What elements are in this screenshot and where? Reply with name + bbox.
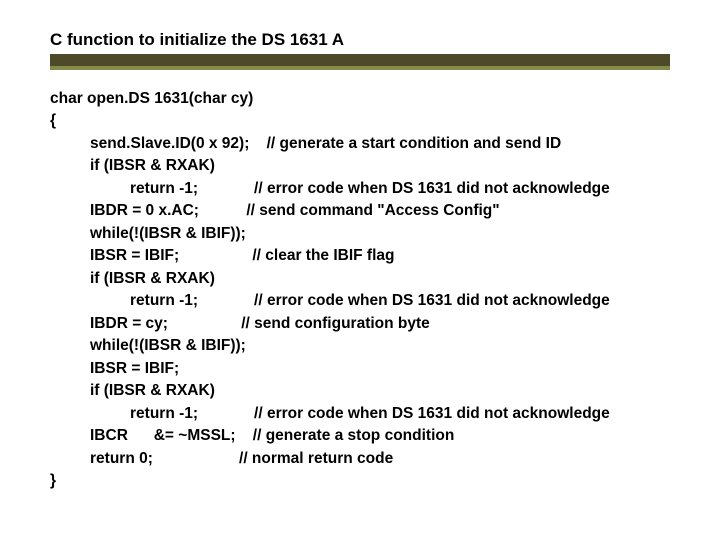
code-body: char open.DS 1631(char cy) { send.Slave.… — [0, 70, 720, 492]
slide-title: C function to initialize the DS 1631 A — [50, 30, 670, 50]
code-signature: char open.DS 1631(char cy) — [50, 88, 670, 110]
code-stmt: return -1; — [130, 180, 198, 197]
code-line: if (IBSR & RXAK) — [50, 268, 670, 290]
code-line: IBCR &= ~MSSL; // generate a stop condit… — [50, 425, 670, 447]
code-comment: // error code when DS 1631 did not ackno… — [254, 405, 610, 422]
code-line: return -1; // error code when DS 1631 di… — [50, 403, 670, 425]
code-comment: // generate a stop condition — [253, 427, 455, 444]
code-line: while(!(IBSR & IBIF)); — [50, 335, 670, 357]
code-comment: // error code when DS 1631 did not ackno… — [254, 292, 610, 309]
code-stmt: &= ~MSSL; — [154, 427, 236, 444]
code-line: IBDR = cy; // send configuration byte — [50, 313, 670, 335]
title-area: C function to initialize the DS 1631 A — [0, 30, 720, 70]
code-comment: // send configuration byte — [241, 315, 430, 332]
code-comment: // error code when DS 1631 did not ackno… — [254, 180, 610, 197]
code-stmt: IBSR = IBIF; — [90, 247, 179, 264]
code-open-brace: { — [50, 110, 670, 132]
code-line: return -1; // error code when DS 1631 di… — [50, 178, 670, 200]
code-line: if (IBSR & RXAK) — [50, 155, 670, 177]
code-line: if (IBSR & RXAK) — [50, 380, 670, 402]
slide: C function to initialize the DS 1631 A c… — [0, 0, 720, 540]
code-comment: // generate a start condition and send I… — [267, 135, 562, 152]
code-line: IBSR = IBIF; — [50, 358, 670, 380]
code-stmt: IBCR — [90, 427, 128, 444]
code-stmt: IBDR = cy; — [90, 315, 168, 332]
code-close-brace: } — [50, 470, 670, 492]
code-line: IBDR = 0 x.AC; // send command "Access C… — [50, 200, 670, 222]
code-comment: // clear the IBIF flag — [252, 247, 394, 264]
code-stmt: send.Slave.ID(0 x 92); — [90, 135, 249, 152]
code-comment: // send command "Access Config" — [246, 202, 499, 219]
code-line: return -1; // error code when DS 1631 di… — [50, 290, 670, 312]
code-comment: // normal return code — [239, 450, 393, 467]
code-line: IBSR = IBIF; // clear the IBIF flag — [50, 245, 670, 267]
code-stmt: return -1; — [130, 292, 198, 309]
title-bar — [50, 54, 670, 70]
code-line: send.Slave.ID(0 x 92); // generate a sta… — [50, 133, 670, 155]
code-line: return 0; // normal return code — [50, 448, 670, 470]
code-stmt: IBDR = 0 x.AC; — [90, 202, 199, 219]
code-stmt: return -1; — [130, 405, 198, 422]
code-stmt: return 0; — [90, 450, 153, 467]
code-line: while(!(IBSR & IBIF)); — [50, 223, 670, 245]
